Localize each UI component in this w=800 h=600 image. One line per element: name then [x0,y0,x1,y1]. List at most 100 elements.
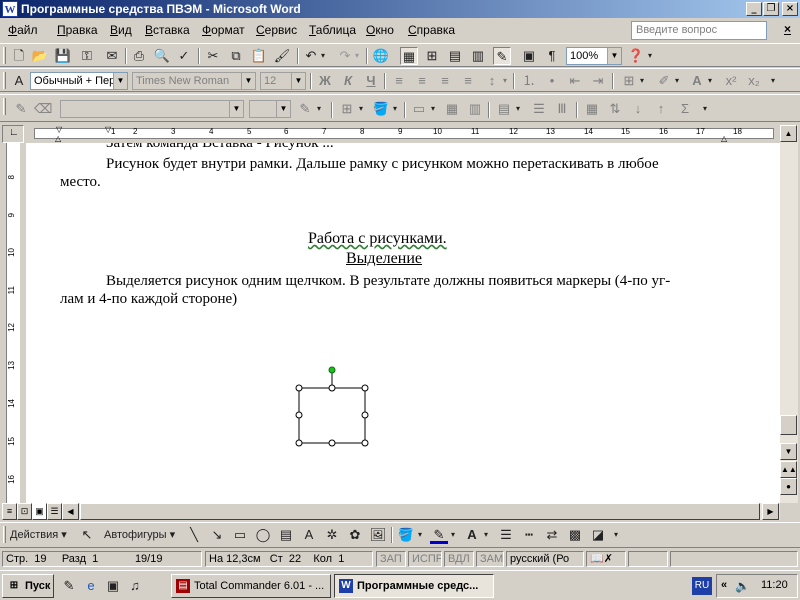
scroll-left-button[interactable]: ◀ [62,503,79,520]
line-color-dropdown-icon[interactable]: ▾ [448,526,458,544]
dash-style-icon[interactable]: ┅ [520,526,538,544]
table-autoformat-icon[interactable]: ▦ [583,100,601,118]
tab-selector[interactable]: ∟ [2,125,24,143]
split-cells-icon[interactable]: ▥ [466,100,484,118]
media-player-icon[interactable]: ♫ [126,577,144,595]
toolbar-options-icon[interactable]: ▾ [645,47,655,65]
fill-color-dropdown-icon[interactable]: ▾ [415,526,425,544]
align-center-icon[interactable]: ≡ [413,72,431,90]
styles-pane-icon[interactable]: A [10,72,28,90]
chevron-down-icon[interactable]: ▼ [229,101,243,117]
status-trk[interactable]: ИСПР [408,551,442,567]
bullets-icon[interactable]: • [543,72,561,90]
chevron-down-icon[interactable]: ▼ [241,73,255,89]
clock[interactable]: 11:20 [761,579,788,591]
document-map-icon[interactable]: ▣ [520,47,538,65]
permission-icon[interactable]: ⚿ [78,47,96,65]
font-size-select[interactable]: 12 ▼ [260,72,306,90]
spelling-status-icon[interactable]: 📖✗ [586,551,626,567]
vertical-scrollbar[interactable]: ▲ ▼ ▲▲ ● ▼▼ [780,125,798,503]
chevron-down-icon[interactable]: ▼ [291,73,305,89]
autosum-icon[interactable]: Σ [676,100,694,118]
menu-file[interactable]: Файл [8,23,38,37]
merge-cells-icon[interactable]: ▦ [443,100,461,118]
menu-window[interactable]: Окно [366,23,394,37]
new-document-icon[interactable]: 🗋 [10,47,28,65]
chevron-down-icon[interactable]: ▼ [113,73,127,89]
align-right-icon[interactable]: ≡ [436,72,454,90]
menu-help[interactable]: Справка [408,23,455,37]
ask-question-input[interactable]: Введите вопрос [631,21,767,40]
oval-tool-icon[interactable]: ◯ [254,526,272,544]
insert-table-icon[interactable]: ▭ [410,100,428,118]
scroll-down-button[interactable]: ▼ [780,443,797,460]
font-color-dropdown-icon[interactable]: ▾ [705,72,715,90]
font-color-dropdown-icon[interactable]: ▾ [481,526,491,544]
status-rec[interactable]: ЗАП [376,551,406,567]
toolbar-grip[interactable] [3,526,6,543]
scroll-up-button[interactable]: ▲ [780,125,797,142]
select-objects-icon[interactable]: ↖ [78,526,96,544]
diagram-icon[interactable]: ✲ [323,526,341,544]
toolbar-grip[interactable] [3,72,6,89]
cut-icon[interactable]: ✂ [204,47,222,65]
redo-dropdown-icon[interactable]: ▾ [352,47,362,65]
first-line-indent-marker[interactable]: ▽ [56,125,62,134]
close-button[interactable]: × [782,2,798,16]
undo-dropdown-icon[interactable]: ▾ [318,47,328,65]
line-style-icon[interactable]: ☰ [497,526,515,544]
sort-ascending-icon[interactable]: ↓ [629,100,647,118]
text-box-icon[interactable]: ▤ [277,526,295,544]
drawing-icon[interactable]: ✎ [493,47,511,65]
align-left-icon[interactable]: ≡ [390,72,408,90]
arrow-tool-icon[interactable]: ↘ [208,526,226,544]
line-spacing-dropdown-icon[interactable]: ▾ [500,72,510,90]
toolbar-options-icon[interactable]: ▾ [611,526,621,544]
distribute-rows-icon[interactable]: ☰ [530,100,548,118]
language-indicator[interactable]: RU [692,577,712,595]
horizontal-ruler[interactable]: ▽ ▽ △ △ 1 2 3 4 5 6 7 8 9 10 11 12 13 14… [26,125,780,143]
toolbar-grip[interactable] [3,47,6,64]
minimize-button[interactable]: _ [746,2,762,16]
border-color-dropdown-icon[interactable]: ▾ [314,100,324,118]
scroll-thumb[interactable] [780,415,797,435]
draw-table-icon[interactable]: ✎ [12,100,30,118]
toolbar-options-icon[interactable]: ▾ [700,100,710,118]
scroll-thumb[interactable] [80,503,760,520]
toolbar-options-icon[interactable]: ▾ [768,72,778,90]
autoshapes-menu[interactable]: Автофигуры ▾ [104,526,180,544]
menu-insert[interactable]: Вставка [145,23,190,37]
menu-view[interactable]: Вид [110,23,132,37]
font-color-icon[interactable]: A [688,72,706,90]
normal-view-icon[interactable]: ≡ [2,503,17,520]
distribute-columns-icon[interactable]: Ⅲ [553,100,571,118]
doc-close-icon[interactable]: × [784,22,791,36]
web-layout-icon[interactable]: ⊡ [17,503,32,520]
start-button[interactable]: ⊞ Пуск [2,574,54,598]
previous-page-button[interactable]: ▲▲ [780,461,797,478]
line-style-select[interactable]: ▼ [60,100,244,118]
insert-picture-icon[interactable]: 🖼 [369,526,387,544]
superscript-icon[interactable]: x² [722,72,740,90]
status-ovr[interactable]: ЗАМ [476,551,504,567]
columns-icon[interactable]: ▥ [469,47,487,65]
highlight-icon[interactable]: ✐ [655,72,673,90]
tray-expand-icon[interactable]: « [721,579,727,591]
copy-icon[interactable]: ⧉ [227,47,245,65]
border-color-icon[interactable]: ✎ [296,100,314,118]
3d-style-icon[interactable]: ◪ [589,526,607,544]
format-painter-icon[interactable]: 🖌 [273,47,291,65]
clip-art-icon[interactable]: ✿ [346,526,364,544]
chevron-down-icon[interactable]: ▼ [276,101,290,117]
subscript-icon[interactable]: x₂ [745,72,763,90]
show-hide-icon[interactable]: ¶ [543,47,561,65]
outside-border-dropdown-icon[interactable]: ▾ [356,100,366,118]
arrow-style-icon[interactable]: ⇄ [543,526,561,544]
font-select[interactable]: Times New Roman ▼ [132,72,256,90]
decrease-indent-icon[interactable]: ⇤ [566,72,584,90]
toolbar-grip[interactable] [3,98,6,115]
save-icon[interactable]: 💾 [54,47,72,65]
restore-button[interactable]: ❐ [763,2,779,16]
horizontal-scrollbar[interactable]: ◀ ▶ [62,503,780,520]
outline-view-icon[interactable]: ☰ [47,503,62,520]
